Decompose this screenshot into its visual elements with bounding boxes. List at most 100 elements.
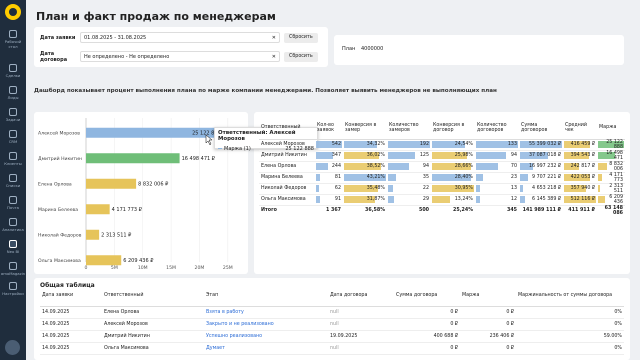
table-cell: 125: [387, 150, 431, 162]
table-row[interactable]: Ольга Максимова 91 31,87% 29 13,24% 12 6 145 3…: [259, 194, 625, 206]
table-cell: 36,02%: [343, 150, 387, 162]
cell-value: 94: [422, 164, 429, 169]
column-header[interactable]: Конверсия в замер: [343, 117, 387, 140]
cell-value: 8 832 006: [609, 161, 623, 172]
table-cell: Дмитрий Никитин: [102, 330, 204, 343]
table-cell: 0%: [516, 342, 624, 355]
cell-value: 70: [510, 164, 517, 169]
table-row[interactable]: Дмитрий Никитин 347 36,02% 125 25,98% 94 37 08…: [259, 150, 625, 162]
cell-value: 133: [507, 142, 517, 147]
column-header[interactable]: Сумма договора: [394, 292, 460, 307]
table-cell: 81: [315, 172, 343, 184]
cell-value: 22: [422, 186, 429, 191]
table-cell[interactable]: Думает: [204, 342, 328, 355]
cell-value: Николай Федоров: [261, 186, 307, 191]
cell-value: 29: [422, 197, 429, 202]
table-cell[interactable]: Закрыто и не реализовано: [204, 318, 328, 331]
table-cell[interactable]: Успешно реализовано: [204, 330, 328, 343]
total-cell: 141 989 111 ₽: [522, 208, 561, 213]
column-header[interactable]: Дата договора: [328, 292, 394, 307]
cell-bar: [388, 163, 409, 170]
table-cell: null: [328, 306, 394, 319]
table-cell: 14.09.2025: [40, 306, 102, 319]
cell-value: 37 087 018 ₽: [528, 153, 561, 158]
table-cell: 0 ₽: [460, 342, 516, 355]
cell-value: Дмитрий Никитин: [261, 153, 307, 158]
cell-value: 94: [510, 153, 517, 158]
table-cell: 357 940 ₽: [563, 183, 597, 195]
bar-value-label: 2 313 511 ₽: [101, 232, 132, 238]
column-header[interactable]: Маржа: [460, 292, 516, 307]
cell-bar: [432, 196, 451, 203]
table-cell: 422 053 ₽: [563, 172, 597, 184]
cell-value: 55 399 032 ₽: [528, 142, 561, 147]
table-cell: 35: [387, 172, 431, 184]
cell-bar: [316, 196, 321, 203]
tooltip-series: Маржа (1): [224, 146, 251, 152]
column-header[interactable]: Количество договоров: [475, 117, 519, 140]
column-header[interactable]: Дата заявки: [40, 292, 102, 307]
common-table: Дата заявки Ответственный Этап Дата договор…: [40, 292, 624, 355]
cell-value: 542: [331, 142, 341, 147]
table-cell: 91: [315, 194, 343, 206]
cell-value: Ольга Максимова: [261, 197, 306, 202]
table-cell: 94: [387, 161, 431, 173]
table-cell[interactable]: Взята в работу: [204, 306, 328, 319]
cell-value: 9 707 221 ₽: [532, 175, 561, 180]
column-header[interactable]: Сумма договоров: [519, 117, 563, 140]
table-cell: 8 832 006: [597, 161, 625, 173]
bar: [86, 178, 137, 189]
table-row[interactable]: Марина Белеева 81 43,21% 35 28,40% 23 9 707 22…: [259, 172, 625, 184]
cell-value: 4 171 773: [609, 172, 623, 183]
table-cell: Елена Орлова: [102, 306, 204, 319]
cell-value: 35: [422, 175, 429, 180]
table-cell: 347: [315, 150, 343, 162]
table-cell: 14.09.2025: [40, 330, 102, 343]
common-table-title: Общая таблица: [40, 282, 95, 289]
cell-bar: [316, 174, 320, 181]
cell-bar: [520, 174, 528, 181]
column-header[interactable]: Маржа: [597, 117, 625, 140]
column-header[interactable]: Этап: [204, 292, 328, 307]
table-cell: 25,98%: [431, 150, 475, 162]
table-cell: 0 ₽: [394, 342, 460, 355]
cell-bar: [476, 185, 481, 192]
table-row[interactable]: Алексей Морозов 542 34,32% 192 24,54% 133 55 3…: [259, 139, 625, 151]
table-row[interactable]: Николай Федоров 62 35,48% 22 30,95% 13 4 653 2…: [259, 183, 625, 195]
table-cell: 24,54%: [431, 139, 475, 151]
table-cell: Марина Белеева: [259, 172, 315, 184]
table-cell: 62: [315, 183, 343, 195]
cell-bar: [476, 152, 506, 159]
category-label: Алексей Морозов: [38, 129, 80, 136]
cell-value: 6 209 436: [609, 194, 623, 205]
table-row[interactable]: 14.09.2025 Алексей Морозов Закрыто и не ре…: [40, 318, 624, 331]
cell-bar: [520, 185, 524, 192]
column-header[interactable]: Конверсия в договор: [431, 117, 475, 140]
table-cell: 242 817 ₽: [563, 161, 597, 173]
column-header[interactable]: Ответственный: [259, 117, 315, 140]
table-cell: 13,24%: [431, 194, 475, 206]
x-tick-label: 20M: [195, 265, 205, 271]
category-label: Дмитрий Никитин: [38, 155, 82, 162]
column-header[interactable]: Количество замеров: [387, 117, 431, 140]
column-header[interactable]: Кол-во заявок: [315, 117, 343, 140]
total-cell: Итого: [261, 208, 277, 213]
table-row[interactable]: 14.09.2025 Ольга Максимова Думает null 0 ₽0 …: [40, 342, 624, 355]
cell-bar: [598, 163, 608, 170]
table-row[interactable]: Елена Орлова 244 38,52% 94 28,66% 70 16 997 23…: [259, 161, 625, 173]
table-cell: 0%: [516, 306, 624, 319]
bar: [86, 229, 100, 240]
table-cell: 35,48%: [343, 183, 387, 195]
cell-value: 43,21%: [366, 175, 385, 180]
table-cell: Елена Орлова: [259, 161, 315, 173]
column-header[interactable]: Ответственный: [102, 292, 204, 307]
table-row[interactable]: 14.09.2025 Дмитрий Никитин Успешно реализо…: [40, 330, 624, 343]
column-header[interactable]: Средний чек: [563, 117, 597, 140]
table-row[interactable]: 14.09.2025 Елена Орлова Взята в работу null…: [40, 306, 624, 319]
cell-value: 242 817 ₽: [570, 164, 595, 169]
category-label: Николай Федоров: [38, 231, 82, 238]
cell-value: Елена Орлова: [261, 164, 297, 169]
cell-bar: [476, 196, 480, 203]
cell-bar: [598, 196, 605, 203]
column-header[interactable]: Маржинальность от суммы договора: [516, 292, 624, 307]
